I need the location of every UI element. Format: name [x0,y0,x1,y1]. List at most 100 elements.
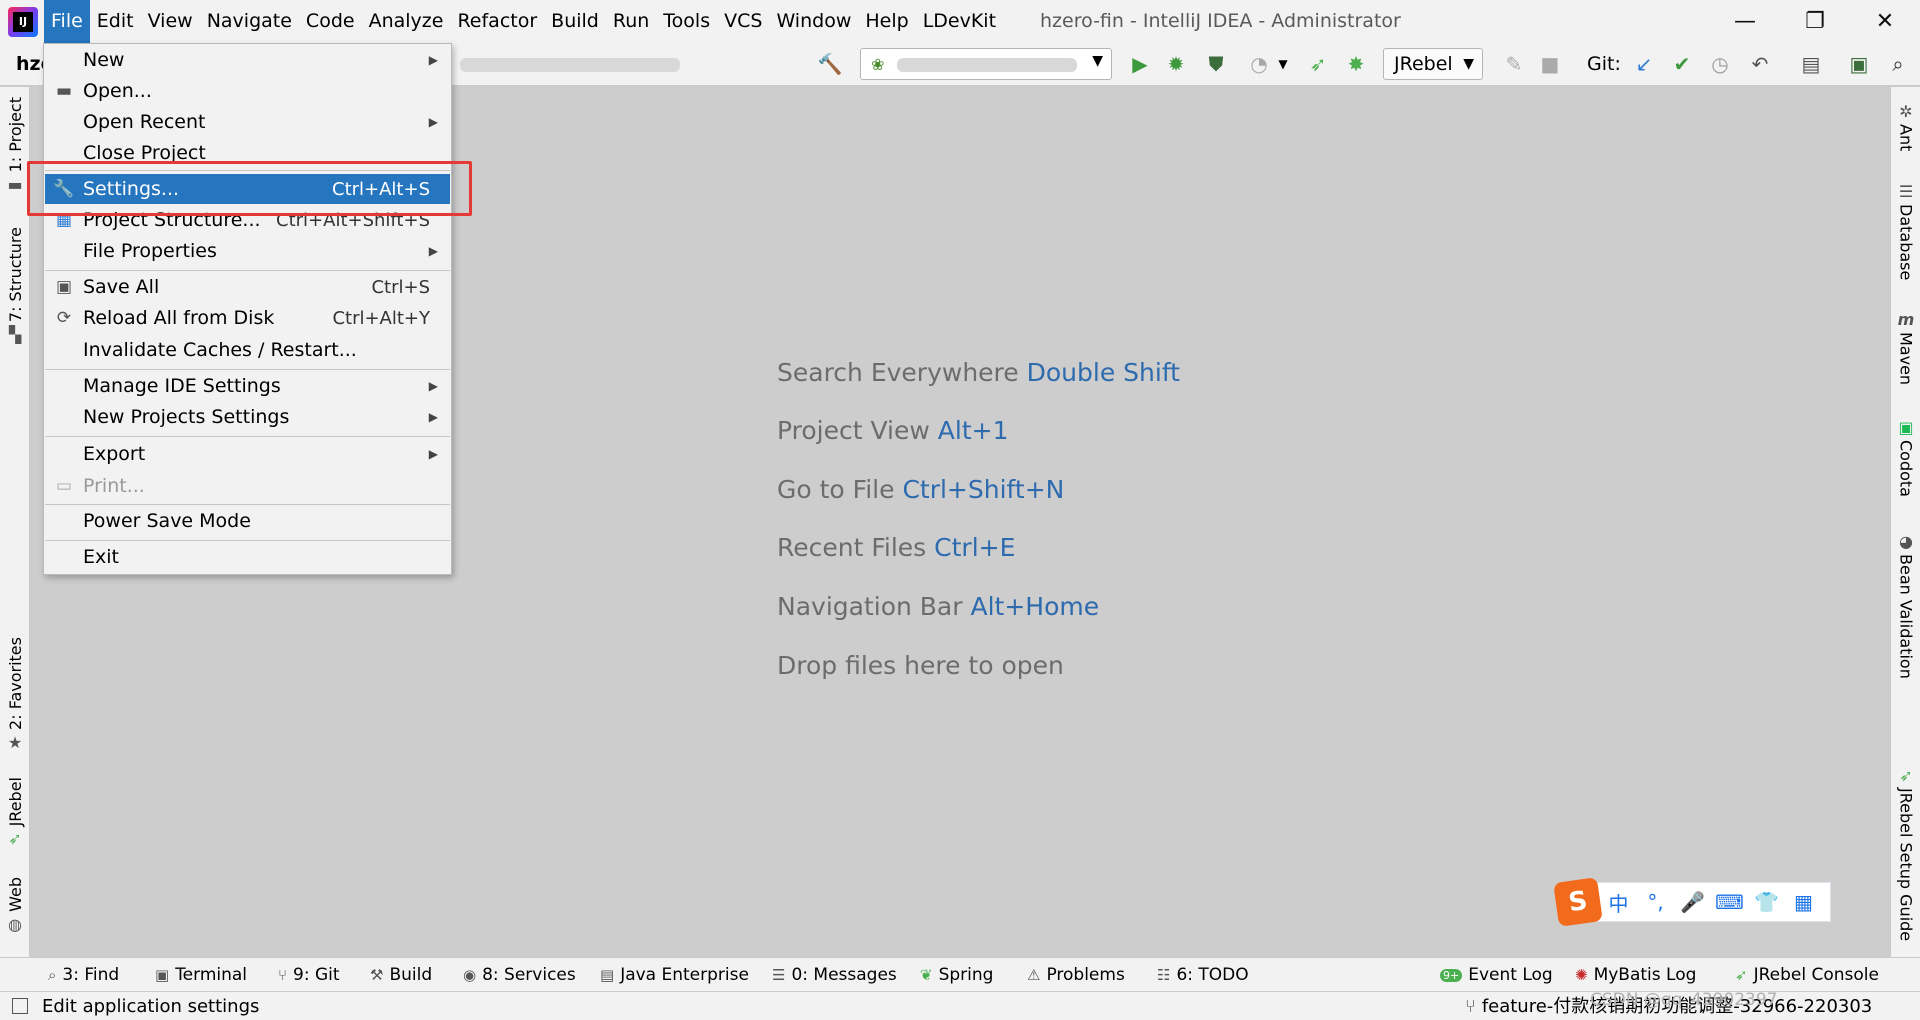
chevron-down-icon[interactable]: ▼ [1275,50,1291,78]
tool-todo[interactable]: ☷ 6: TODO [1157,958,1249,992]
project-structure-icon[interactable]: ▤ [1797,50,1825,78]
menu-item-export[interactable]: Export ▶ [45,439,450,469]
close-button[interactable]: ✕ [1850,0,1920,43]
run-anything-icon[interactable]: ▣ [1845,50,1873,78]
coverage-icon[interactable]: ⛊ [1202,50,1230,78]
tool-tab-project[interactable]: 1: Project ▬ [0,97,30,197]
tool-label: 9: Git [293,965,340,985]
search-icon: ⌕ [48,966,57,984]
menu-item-label: Open... [83,80,152,102]
keyboard-icon[interactable]: ⌨ [1711,890,1748,914]
minimize-button[interactable]: — [1710,0,1780,43]
menu-item-new-projects-settings[interactable]: New Projects Settings ▶ [45,402,450,432]
tool-spring[interactable]: ❦ Spring [920,958,993,992]
tool-tab-label: 2: Favorites [5,637,25,730]
tool-label: Event Log [1468,965,1553,985]
tool-tab-codota[interactable]: ▣ Codota [1891,415,1920,497]
debug-icon[interactable]: ✹ [1162,50,1190,78]
git-history-icon[interactable]: ◷ [1706,50,1734,78]
tool-tab-jrebel-setup-guide[interactable]: ➶ JRebel Setup Guide [1891,763,1920,941]
tool-tab-favorites[interactable]: 2: Favorites ★ [0,637,30,755]
stop-icon[interactable]: ■ [1536,50,1564,78]
tool-java-enterprise[interactable]: ▤ Java Enterprise [600,958,749,992]
attach-debugger-icon[interactable]: ✎ [1500,50,1528,78]
restore-button[interactable]: ❐ [1780,0,1850,43]
tool-tab-ant[interactable]: ✲ Ant [1891,99,1920,151]
tool-build[interactable]: ⚒ Build [370,958,432,992]
print-icon: ▭ [55,476,73,496]
menu-tools[interactable]: Tools [656,0,717,43]
tool-terminal[interactable]: ▣ Terminal [155,958,247,992]
git-update-icon[interactable]: ↙ [1630,50,1658,78]
tool-tab-label: 7: Structure [5,227,25,323]
menu-item-label: Save All [83,276,160,298]
chevron-down-icon: ▼ [1092,53,1103,69]
menu-refactor[interactable]: Refactor [450,0,544,43]
structure-icon: ▚ [8,325,22,345]
profiler-icon[interactable]: ◔ [1245,50,1273,78]
tool-tab-database[interactable]: ☰ Database [1891,179,1920,280]
tool-tab-bean-validation[interactable]: ◕ Bean Validation [1891,529,1920,679]
menu-navigate[interactable]: Navigate [200,0,299,43]
tool-find[interactable]: ⌕ 3: Find [48,958,119,992]
sogou-logo-icon[interactable]: S [1553,877,1603,927]
menu-file[interactable]: File [44,0,90,43]
hint-shortcut: Alt+Home [970,592,1100,621]
menu-item-save-all[interactable]: ▣ Save All Ctrl+S [45,272,450,302]
tool-event-log[interactable]: 9+ Event Log [1440,958,1553,992]
tool-jrebel-console[interactable]: ➶ JRebel Console [1735,958,1879,992]
warning-icon: ⚠ [1027,966,1041,984]
jrebel-debug-icon[interactable]: ✸ [1342,50,1370,78]
menu-item-exit[interactable]: Exit [45,542,450,572]
menu-run[interactable]: Run [606,0,656,43]
menu-view[interactable]: View [141,0,200,43]
menu-vcs[interactable]: VCS [717,0,769,43]
tool-tab-structure[interactable]: 7: Structure ▚ [0,227,30,347]
submenu-arrow-icon: ▶ [428,447,438,461]
tool-tab-label: Maven [1896,332,1916,386]
jrebel-run-icon[interactable]: ➶ [1304,50,1332,78]
search-icon[interactable]: ⌕ [1884,50,1912,78]
run-configuration-select[interactable]: ❀ ▼ [860,48,1112,80]
messages-icon: ☰ [772,966,786,984]
tool-tab-web[interactable]: Web ◍ [0,877,30,937]
run-icon[interactable]: ▶ [1126,50,1154,78]
menu-window[interactable]: Window [769,0,858,43]
tool-git[interactable]: ⑂ 9: Git [278,958,340,992]
tool-messages[interactable]: ☰ 0: Messages [772,958,897,992]
skin-icon[interactable]: 👕 [1748,890,1785,914]
menu-edit[interactable]: Edit [90,0,141,43]
menu-item-manage-ide-settings[interactable]: Manage IDE Settings ▶ [45,371,450,401]
menu-code[interactable]: Code [299,0,362,43]
tool-services[interactable]: ◉ 8: Services [463,958,576,992]
menu-item-open-recent[interactable]: Open Recent ▶ [45,107,450,137]
ime-punctuation-icon[interactable]: °, [1637,890,1674,914]
git-commit-icon[interactable]: ✔ [1668,50,1696,78]
hint-search-everywhere: Search Everywhere Double Shift [777,358,1180,387]
menu-item-invalidate-caches[interactable]: Invalidate Caches / Restart... [45,335,450,365]
tool-label: 3: Find [62,965,120,985]
tool-mybatis-log[interactable]: ✺ MyBatis Log [1575,958,1696,992]
menu-item-file-properties[interactable]: File Properties ▶ [45,236,450,266]
menu-item-reload-all[interactable]: ⟳ Reload All from Disk Ctrl+Alt+Y [45,303,450,333]
menu-ldevkit[interactable]: LDevKit [916,0,1003,43]
tool-problems[interactable]: ⚠ Problems [1027,958,1125,992]
menu-item-new[interactable]: New ▶ [45,45,450,75]
microphone-icon[interactable]: 🎤 [1674,890,1711,914]
rollback-icon[interactable]: ↶ [1746,50,1774,78]
menu-build[interactable]: Build [544,0,606,43]
toolbox-icon[interactable]: ▦ [1785,890,1822,914]
hint-text: Search Everywhere [777,358,1019,387]
ime-chinese-mode[interactable]: 中 [1600,888,1637,917]
menu-help[interactable]: Help [858,0,915,43]
hammer-build-icon[interactable]: 🔨 [816,50,844,78]
menu-analyze[interactable]: Analyze [362,0,451,43]
menu-separator [45,540,450,541]
menu-item-power-save-mode[interactable]: Power Save Mode [45,506,450,536]
menu-item-open[interactable]: ▬ Open... [45,76,450,106]
menu-item-label: Export [83,443,146,465]
jrebel-select[interactable]: JRebel ▼ [1383,48,1483,80]
tool-tab-maven[interactable]: m Maven [1891,307,1920,385]
toggle-tool-windows-icon[interactable] [12,998,28,1014]
tool-tab-jrebel[interactable]: JRebel ➶ [0,777,30,851]
